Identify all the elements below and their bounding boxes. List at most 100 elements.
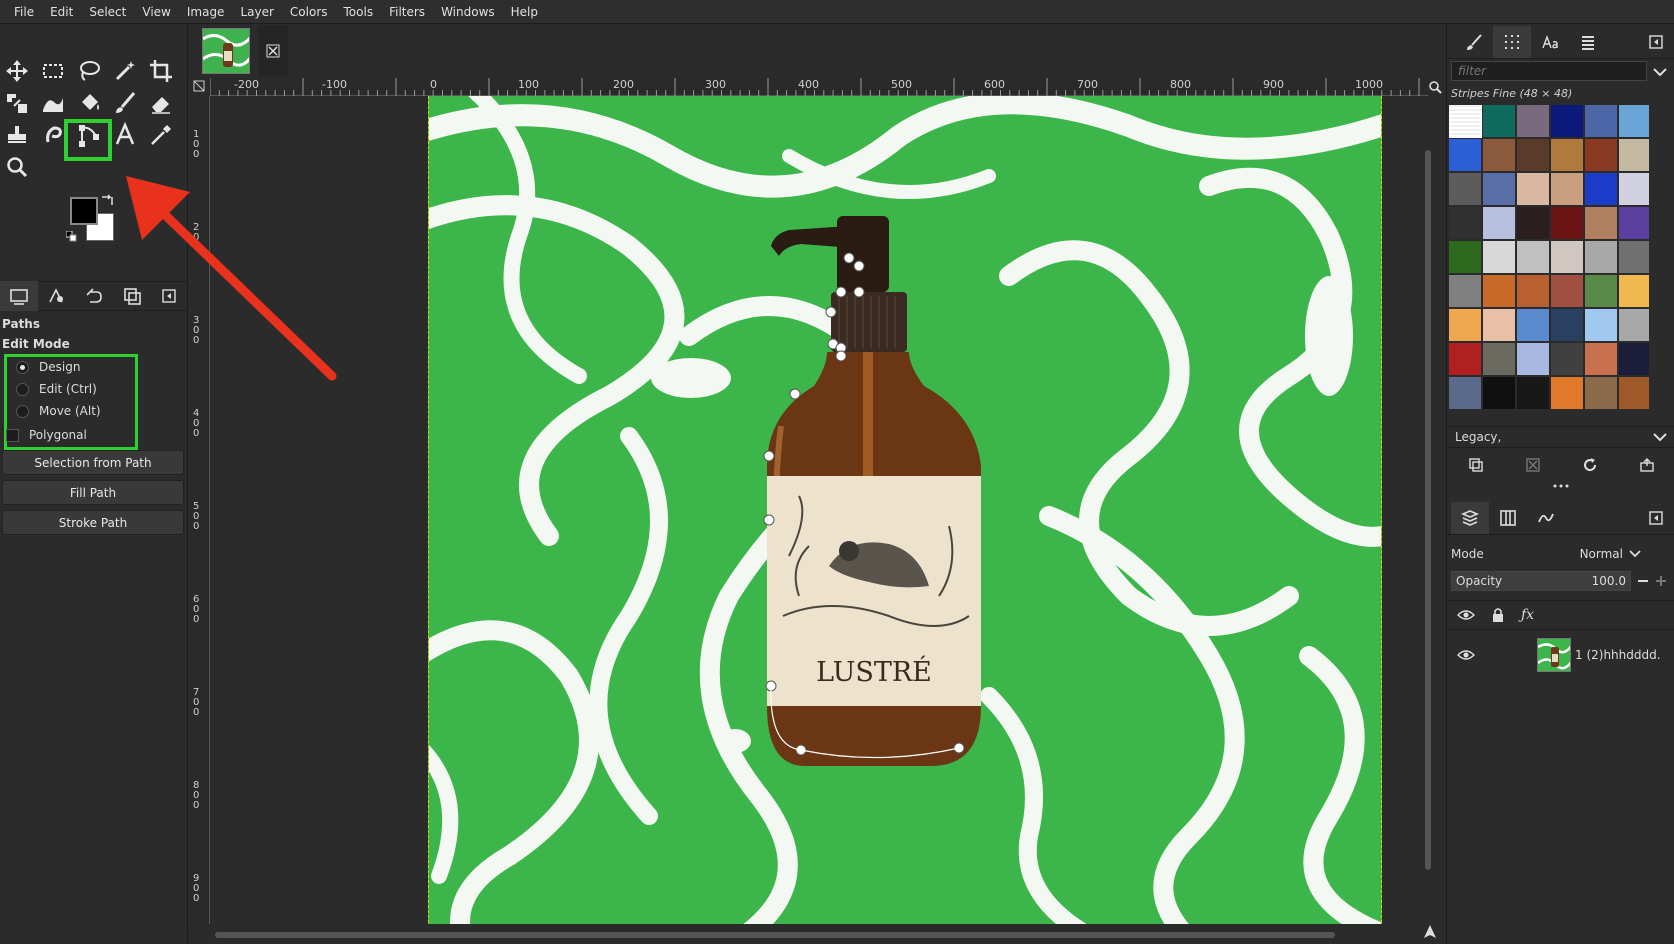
pattern-swatch[interactable]: [1551, 377, 1583, 409]
pattern-swatch[interactable]: [1449, 309, 1481, 341]
pattern-swatch[interactable]: [1619, 207, 1649, 239]
warp-transform-icon[interactable]: [36, 87, 70, 119]
mode-edit[interactable]: Edit (Ctrl): [16, 382, 97, 396]
pattern-swatch[interactable]: [1619, 241, 1649, 273]
menu-file[interactable]: File: [6, 0, 42, 24]
menu-view[interactable]: View: [134, 0, 178, 24]
pattern-swatch[interactable]: [1483, 377, 1515, 409]
pattern-swatch[interactable]: [1449, 343, 1481, 375]
pattern-swatch[interactable]: [1517, 105, 1549, 137]
pattern-swatch[interactable]: [1619, 377, 1649, 409]
pattern-swatch[interactable]: [1483, 241, 1515, 273]
rect-select-icon[interactable]: [36, 55, 70, 87]
fill-path-button[interactable]: Fill Path: [2, 480, 184, 505]
pattern-swatch[interactable]: [1585, 377, 1617, 409]
pattern-swatch[interactable]: [1517, 139, 1549, 171]
pattern-swatch[interactable]: [1585, 207, 1617, 239]
tab-fonts[interactable]: [1531, 26, 1569, 58]
horizontal-ruler[interactable]: -200 -100 0 100 200 300 400 500 600 700 …: [210, 78, 1428, 96]
clone-stamp-icon[interactable]: [0, 119, 34, 151]
pattern-swatch[interactable]: [1449, 275, 1481, 307]
zoom-follow-icon[interactable]: [1428, 80, 1442, 94]
tab-configure-right[interactable]: [1637, 26, 1674, 58]
fuzzy-select-icon[interactable]: [108, 55, 142, 87]
chevron-down-icon[interactable]: [1653, 432, 1667, 442]
close-image-tab-button[interactable]: [258, 25, 288, 77]
lasso-icon[interactable]: [72, 55, 106, 87]
pattern-swatch[interactable]: [1619, 275, 1649, 307]
pattern-swatch[interactable]: [1483, 139, 1515, 171]
lock-icon[interactable]: [1491, 607, 1505, 623]
pattern-swatch[interactable]: [1449, 173, 1481, 205]
delete-pattern-icon[interactable]: [1525, 457, 1541, 473]
eye-icon[interactable]: [1457, 649, 1475, 661]
pattern-swatch[interactable]: [1585, 139, 1617, 171]
eye-icon[interactable]: [1457, 609, 1475, 621]
pattern-swatch[interactable]: [1517, 207, 1549, 239]
pattern-swatch[interactable]: [1517, 309, 1549, 341]
radio-design[interactable]: [16, 360, 29, 374]
dock-handle-icon[interactable]: [1551, 483, 1571, 489]
pattern-swatch[interactable]: [1483, 207, 1515, 239]
refresh-icon[interactable]: [1582, 457, 1598, 473]
tab-tool-options[interactable]: [0, 281, 38, 311]
pattern-filter-input[interactable]: [1451, 61, 1647, 81]
pattern-swatch[interactable]: [1449, 139, 1481, 171]
tab-channels[interactable]: [1489, 502, 1527, 534]
pattern-swatch[interactable]: [1551, 275, 1583, 307]
tab-undo-history[interactable]: [75, 281, 113, 311]
foreground-color-swatch[interactable]: [70, 197, 98, 225]
pattern-swatch[interactable]: [1585, 105, 1617, 137]
default-colors-icon[interactable]: [66, 231, 78, 243]
pattern-swatch[interactable]: [1517, 275, 1549, 307]
fx-icon[interactable]: ƒx: [1521, 607, 1534, 623]
radio-edit[interactable]: [16, 382, 29, 396]
pattern-swatch[interactable]: [1551, 241, 1583, 273]
pattern-swatch[interactable]: [1619, 139, 1649, 171]
minus-icon[interactable]: [1637, 575, 1649, 587]
vertical-scrollbar[interactable]: [1425, 150, 1431, 870]
pattern-swatch[interactable]: [1483, 105, 1515, 137]
canvas-image[interactable]: LUSTRÉ: [428, 96, 1382, 924]
horizontal-scrollbar[interactable]: [215, 932, 1335, 938]
filter-dropdown[interactable]: [1649, 63, 1671, 81]
pattern-swatch[interactable]: [1585, 309, 1617, 341]
tab-paths[interactable]: [1527, 502, 1565, 534]
menu-colors[interactable]: Colors: [282, 0, 336, 24]
pattern-swatch[interactable]: [1551, 105, 1583, 137]
polygonal-checkbox[interactable]: [6, 428, 19, 442]
tab-patterns[interactable]: [1493, 25, 1531, 58]
menu-windows[interactable]: Windows: [433, 0, 503, 24]
pattern-swatch[interactable]: [1551, 343, 1583, 375]
tab-brushes[interactable]: [1455, 26, 1493, 58]
text-tool-icon[interactable]: [108, 119, 142, 151]
navigate-icon[interactable]: [1422, 924, 1438, 940]
stroke-path-button[interactable]: Stroke Path: [2, 510, 184, 535]
mode-design[interactable]: Design: [16, 360, 80, 374]
menu-edit[interactable]: Edit: [42, 0, 81, 24]
pattern-swatch[interactable]: [1517, 241, 1549, 273]
pattern-swatch[interactable]: [1585, 241, 1617, 273]
radio-move[interactable]: [16, 404, 29, 418]
pattern-swatch[interactable]: [1551, 309, 1583, 341]
polygonal-option[interactable]: Polygonal: [6, 428, 87, 442]
eraser-icon[interactable]: [144, 87, 178, 119]
move-tool-icon[interactable]: [0, 55, 34, 87]
pattern-swatch[interactable]: [1551, 173, 1583, 205]
tag-filter-row[interactable]: Legacy,: [1447, 426, 1674, 448]
pattern-swatch[interactable]: [1517, 343, 1549, 375]
unified-transform-icon[interactable]: [0, 87, 34, 119]
pattern-swatch[interactable]: [1585, 173, 1617, 205]
menu-layer[interactable]: Layer: [232, 0, 281, 24]
tab-device-status[interactable]: [38, 281, 76, 311]
menu-filters[interactable]: Filters: [381, 0, 433, 24]
pattern-swatch[interactable]: [1585, 343, 1617, 375]
pattern-swatch[interactable]: [1517, 173, 1549, 205]
pattern-swatch[interactable]: [1483, 275, 1515, 307]
pattern-swatch[interactable]: [1483, 309, 1515, 341]
pattern-swatch[interactable]: [1449, 207, 1481, 239]
pattern-swatch[interactable]: [1551, 207, 1583, 239]
canvas-area[interactable]: LUSTRÉ: [210, 96, 1428, 924]
pattern-swatch[interactable]: [1619, 309, 1649, 341]
pattern-swatch[interactable]: [1483, 343, 1515, 375]
